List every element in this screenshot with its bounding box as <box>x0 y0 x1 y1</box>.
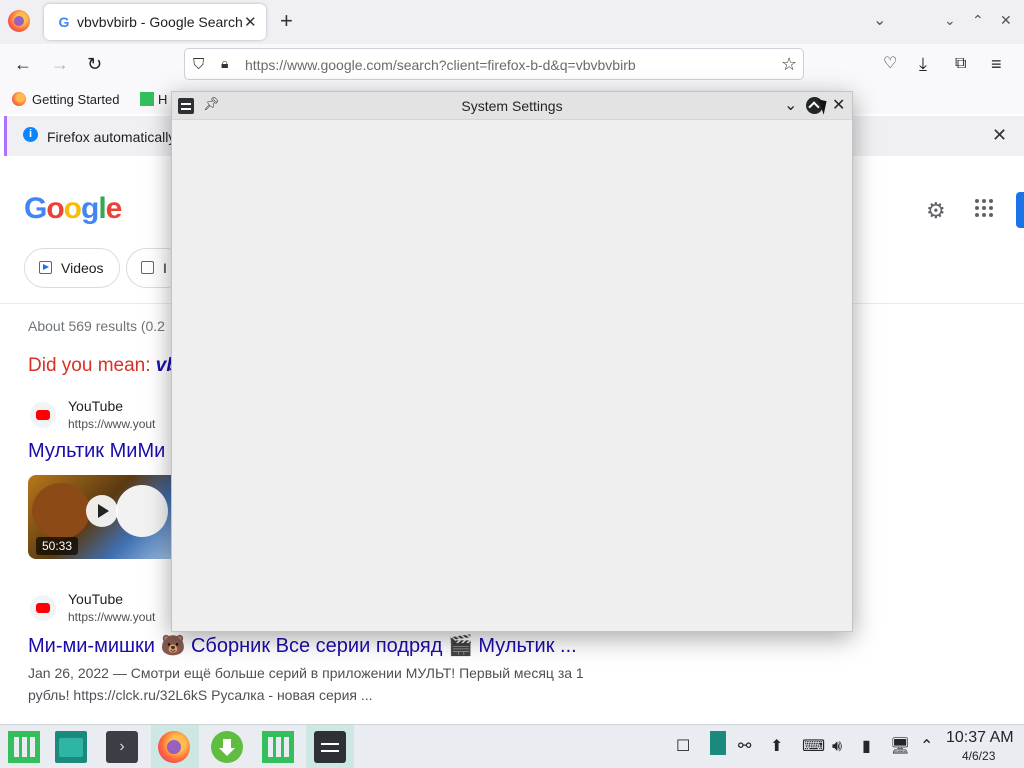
updates-icon[interactable]: ⬆ <box>770 737 783 757</box>
application-launcher-icon[interactable] <box>8 731 40 763</box>
result-title-link[interactable]: Ми-ми-мишки 🐻 Сборник Все серии подряд 🎬… <box>28 633 577 658</box>
tracking-shield-icon[interactable]: ⛉ <box>193 56 204 73</box>
system-settings-window[interactable]: 📌︎ System Settings ⌄ ✕ <box>171 91 853 632</box>
downloads-icon[interactable]: ⤓ <box>919 54 927 74</box>
url-bar[interactable]: ⛉ 🔒︎ https://www.google.com/search?clien… <box>184 48 804 80</box>
manjaro-hello-icon[interactable] <box>262 731 294 763</box>
list-all-tabs-icon[interactable]: ⌄ <box>873 10 886 30</box>
extensions-icon[interactable]: ⧉ <box>955 54 966 74</box>
firefox-view-icon[interactable] <box>8 10 30 32</box>
desktop: G vbvbvbirb - Google Search ✕ + ⌄ ⌄ ⌃ ✕ … <box>0 0 1024 768</box>
notification-text: Firefox automatically <box>47 129 176 145</box>
url-text[interactable]: https://www.google.com/search?client=fir… <box>245 57 636 73</box>
browser-tab-bar: G vbvbvbirb - Google Search ✕ + ⌄ ⌄ ⌃ ✕ <box>0 0 1024 44</box>
play-icon[interactable] <box>86 495 118 527</box>
new-tab-icon[interactable]: + <box>280 9 293 33</box>
volume-icon[interactable]: 🔊︎ <box>832 737 842 757</box>
brown-bear-image <box>32 483 90 539</box>
pocket-icon[interactable]: ♡ <box>883 54 897 74</box>
kde-connect-icon[interactable]: ⚯ <box>738 737 751 757</box>
bookmark-star-icon[interactable]: ☆ <box>781 54 797 75</box>
software-update-icon[interactable] <box>211 731 243 763</box>
result-title-link[interactable]: Мультик МиМи <box>28 440 165 463</box>
show-desktop-icon[interactable]: ☐ <box>676 737 690 757</box>
back-arrow-icon[interactable]: ← <box>14 54 32 74</box>
window-maximize-icon[interactable]: ⌃ <box>972 12 984 29</box>
filter-chip-videos[interactable]: Videos <box>24 248 120 288</box>
system-settings-taskbar-icon[interactable] <box>314 731 346 763</box>
google-logo-letter: g <box>81 192 99 225</box>
window-close-icon[interactable]: ✕ <box>1000 12 1012 29</box>
firefox-taskbar-icon[interactable] <box>158 731 190 763</box>
bookmark-manjaro[interactable]: H <box>140 92 167 107</box>
info-icon: i <box>23 127 38 142</box>
did-you-mean-prefix: Did you mean: <box>28 355 156 376</box>
google-logo-letter: o <box>63 192 82 225</box>
white-bear-image <box>116 485 168 537</box>
video-duration: 50:33 <box>36 537 79 555</box>
lock-icon[interactable]: 🔒︎ <box>221 55 228 72</box>
network-icon[interactable]: 🖥︎ <box>890 737 910 757</box>
menu-hamburger-icon[interactable]: ≡ <box>991 54 1002 74</box>
result-snippet: Jan 26, 2022 — Смотри ещё больше серий в… <box>28 665 584 703</box>
reload-icon[interactable]: ↻ <box>87 54 102 74</box>
result-site-name[interactable]: YouTube <box>68 591 123 607</box>
google-favicon-icon: G <box>58 14 70 30</box>
tray-expand-icon[interactable]: ⌃ <box>920 737 933 757</box>
sign-in-button[interactable] <box>1016 192 1024 228</box>
manjaro-icon <box>140 92 154 106</box>
youtube-icon <box>30 595 56 621</box>
google-logo-letter: o <box>46 192 64 225</box>
settings-titlebar[interactable]: 📌︎ System Settings ⌄ ✕ <box>172 92 852 120</box>
clock-time[interactable]: 10:37 AM <box>946 729 1014 747</box>
google-apps-icon[interactable] <box>975 199 993 217</box>
battery-icon[interactable]: ▮ <box>862 737 871 757</box>
terminal-icon[interactable]: › <box>106 731 138 763</box>
minimize-chevron-icon[interactable]: ⌄ <box>784 95 797 115</box>
results-stats: About 569 results (0.2 <box>28 318 165 334</box>
chip-label: Videos <box>61 260 104 276</box>
console-icon[interactable]: ⌨ <box>802 737 825 757</box>
settings-gear-icon[interactable]: ⚙ <box>926 198 946 224</box>
bookmark-label: Getting Started <box>32 92 120 107</box>
bookmark-getting-started[interactable]: Getting Started <box>12 92 119 107</box>
clock-date[interactable]: 4/6/23 <box>962 749 995 763</box>
tab-close-icon[interactable]: ✕ <box>244 13 257 31</box>
bookmark-label: H <box>158 92 168 107</box>
result-site-name[interactable]: YouTube <box>68 398 123 414</box>
browser-tab-google-search[interactable]: G vbvbvbirb - Google Search ✕ <box>44 4 266 40</box>
did-you-mean: Did you mean: vb <box>28 355 178 377</box>
file-manager-icon[interactable] <box>55 731 87 763</box>
result-url[interactable]: https://www.yout <box>68 610 155 624</box>
youtube-icon <box>30 402 56 428</box>
google-logo[interactable]: Google <box>24 192 123 226</box>
google-logo-letter: l <box>98 192 106 225</box>
forward-arrow-icon[interactable]: → <box>51 54 69 74</box>
google-logo-letters: Google <box>24 192 123 225</box>
chip-label: I <box>163 260 167 276</box>
window-minimize-icon[interactable]: ⌄ <box>944 12 956 29</box>
notification-close-icon[interactable]: ✕ <box>992 125 1007 146</box>
taskbar: › ☐ ⚯ ⬆ ⌨ 🔊︎ ▮ 🖥︎ ⌃ 10:37 AM 4/6/23 <box>0 724 1024 768</box>
close-icon[interactable]: ✕ <box>832 95 845 115</box>
browser-nav-bar: ← → ↻ ⛉ 🔒︎ https://www.google.com/search… <box>0 44 1024 86</box>
firefox-icon <box>12 92 26 106</box>
video-thumbnail[interactable]: 50:33 <box>28 475 178 559</box>
image-icon <box>141 261 154 274</box>
clipboard-icon[interactable] <box>710 731 726 755</box>
tab-title: vbvbvbirb - Google Search <box>77 14 243 30</box>
google-logo-letter: G <box>24 192 47 225</box>
video-icon <box>39 261 52 274</box>
result-url[interactable]: https://www.yout <box>68 417 155 431</box>
window-title: System Settings <box>461 98 563 114</box>
google-logo-letter: e <box>105 192 123 225</box>
